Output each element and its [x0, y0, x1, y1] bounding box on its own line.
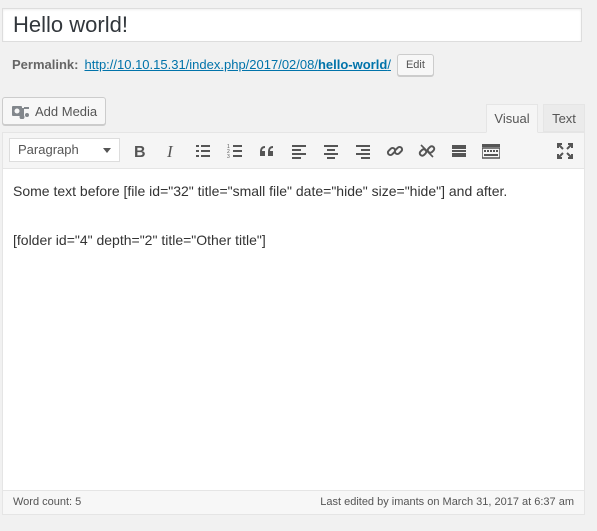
editor-content[interactable]: Some text before [file id="32" title="sm… — [13, 181, 574, 279]
align-center-icon — [324, 145, 338, 159]
align-right-icon — [356, 145, 370, 159]
post-title-input[interactable]: Hello world! — [2, 8, 582, 42]
read-more-button[interactable] — [447, 139, 471, 163]
last-edited: Last edited by imants on March 31, 2017 … — [320, 496, 574, 508]
fullscreen-button[interactable] — [553, 139, 577, 163]
bold-button[interactable]: B — [127, 139, 151, 163]
remove-link-icon — [418, 144, 436, 158]
post-editor: Paragraph B I 1 2 3 Some text before [fi… — [2, 132, 585, 515]
blockquote-icon — [260, 146, 273, 156]
bold-icon: B — [134, 144, 146, 159]
permalink-url-trail: / — [387, 57, 391, 72]
permalink-row: Permalink: http://10.10.15.31/index.php/… — [12, 54, 434, 76]
tab-text[interactable]: Text — [543, 104, 585, 132]
align-left-icon — [292, 145, 306, 159]
svg-text:3: 3 — [227, 154, 230, 159]
tab-visual[interactable]: Visual — [486, 104, 538, 133]
insert-link-button[interactable] — [383, 139, 407, 163]
add-media-icon — [12, 106, 29, 119]
toolbar-toggle-button[interactable] — [479, 139, 503, 163]
align-center-button[interactable] — [319, 139, 343, 163]
add-media-button[interactable]: Add Media — [2, 97, 106, 125]
permalink-link[interactable]: http://10.10.15.31/index.php/2017/02/08/… — [84, 54, 390, 76]
word-count: Word count: 5 — [13, 496, 82, 508]
fullscreen-icon — [557, 143, 573, 159]
editor-statusbar: Word count: 5 Last edited by imants on M… — [3, 490, 584, 514]
bulleted-list-button[interactable] — [191, 139, 215, 163]
svg-text:B: B — [134, 144, 146, 159]
content-paragraph: Some text before [file id="32" title="sm… — [13, 183, 508, 199]
permalink-label: Permalink: — [12, 57, 79, 72]
blockquote-button[interactable] — [255, 139, 279, 163]
align-left-button[interactable] — [287, 139, 311, 163]
toolbar-toggle-icon — [482, 144, 500, 159]
edit-permalink-button[interactable]: Edit — [396, 54, 434, 76]
svg-text:I: I — [166, 143, 174, 159]
chevron-down-icon — [103, 148, 111, 153]
numbered-list-icon: 1 2 3 — [227, 144, 242, 159]
italic-icon: I — [166, 143, 174, 159]
insert-link-icon — [386, 145, 404, 157]
read-more-icon — [452, 145, 466, 157]
italic-button[interactable]: I — [159, 139, 183, 163]
bulleted-list-icon — [196, 145, 210, 157]
add-media-label: Add Media — [35, 103, 98, 119]
format-select-value: Paragraph — [18, 142, 79, 157]
content-paragraph: [folder id="4" depth="2" title="Other ti… — [13, 232, 266, 248]
format-select[interactable]: Paragraph — [9, 138, 120, 162]
permalink-url-base: http://10.10.15.31/index.php/2017/02/08/ — [84, 57, 318, 72]
align-right-button[interactable] — [351, 139, 375, 163]
permalink-slug: hello-world — [317, 57, 388, 72]
remove-link-button[interactable] — [415, 139, 439, 163]
editor-toolbar: Paragraph B I 1 2 3 — [3, 133, 584, 169]
numbered-list-button[interactable]: 1 2 3 — [223, 139, 247, 163]
